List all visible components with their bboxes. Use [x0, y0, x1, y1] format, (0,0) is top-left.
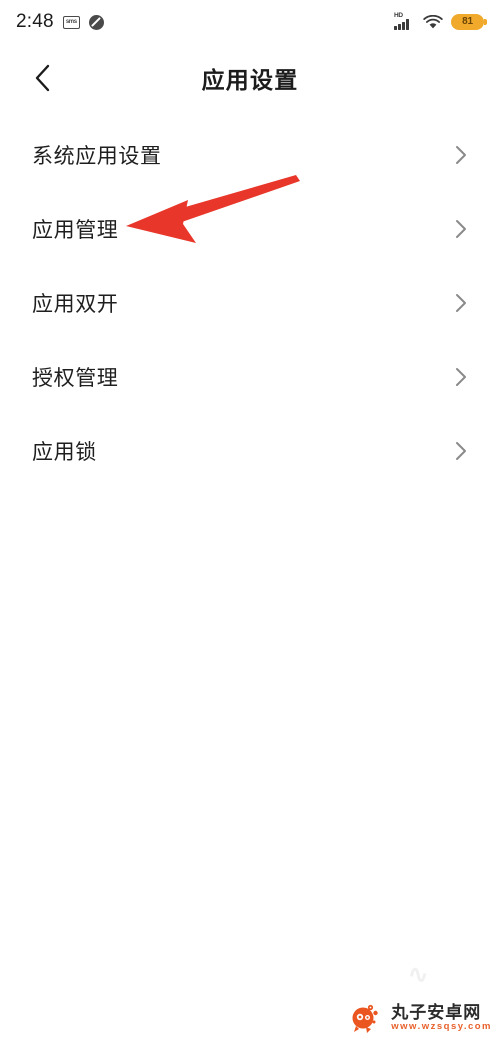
- list-item-app-dual-open[interactable]: 应用双开: [0, 266, 500, 340]
- battery-icon: 81: [451, 14, 487, 30]
- ghost-watermark: ∿: [407, 959, 430, 989]
- list-item-label: 系统应用设置: [32, 145, 162, 168]
- list-item-label: 授权管理: [32, 367, 119, 390]
- chevron-right-icon: [450, 292, 472, 314]
- site-watermark: 丸子安卓网 www.wzsqsy.com: [348, 1000, 492, 1036]
- status-bar-right: HD 81: [394, 12, 487, 30]
- signal-bars: [394, 19, 409, 30]
- list-item-app-management[interactable]: 应用管理: [0, 192, 500, 266]
- list-item-label: 应用双开: [32, 293, 119, 316]
- mascot-logo: [348, 1000, 384, 1036]
- list-item-app-lock[interactable]: 应用锁: [0, 414, 500, 488]
- chevron-right-icon: [450, 366, 472, 388]
- phone-screen: 2:48 sms HD 81 应用设置 系统应用设置 应用管理 应用双开 授权管…: [0, 0, 500, 1042]
- settings-list: 系统应用设置 应用管理 应用双开 授权管理 应用锁: [0, 118, 500, 488]
- chevron-right-icon: [450, 144, 472, 166]
- page-title: 应用设置: [201, 67, 299, 93]
- watermark-url: www.wzsqsy.com: [391, 1021, 492, 1033]
- chevron-right-icon: [450, 440, 472, 462]
- watermark-site-name: 丸子安卓网: [391, 1002, 482, 1022]
- status-bar-left: 2:48 sms: [16, 11, 104, 33]
- chevron-right-icon: [450, 218, 472, 240]
- list-item-system-app-settings[interactable]: 系统应用设置: [0, 118, 500, 192]
- wifi-icon: [423, 14, 443, 30]
- title-bar: 应用设置: [0, 44, 500, 112]
- list-item-label: 应用管理: [32, 219, 119, 242]
- signal-hd-icon: HD: [394, 12, 415, 30]
- sms-icon: sms: [62, 15, 80, 29]
- do-not-disturb-icon: [88, 14, 104, 30]
- status-bar: 2:48 sms HD 81: [0, 0, 500, 44]
- list-item-label: 应用锁: [32, 441, 97, 464]
- status-bar-clock: 2:48: [16, 11, 54, 32]
- sms-icon-label: sms: [65, 19, 77, 25]
- list-item-authorization-management[interactable]: 授权管理: [0, 340, 500, 414]
- watermark-text: 丸子安卓网 www.wzsqsy.com: [391, 1002, 492, 1033]
- battery-level-label: 81: [462, 16, 473, 27]
